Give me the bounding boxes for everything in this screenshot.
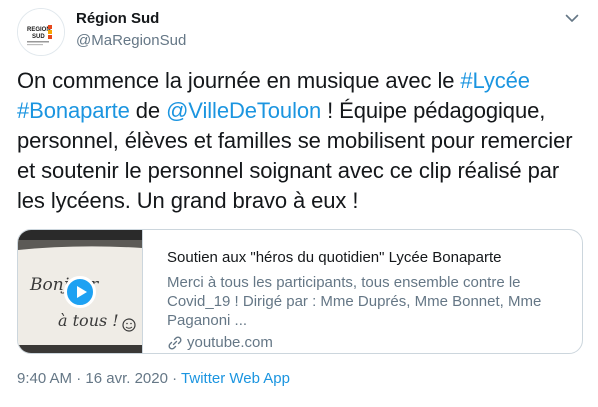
tweet-time[interactable]: 9:40 AM xyxy=(17,370,72,387)
handle[interactable]: @MaRegionSud xyxy=(76,32,186,49)
svg-text:REGION: REGION xyxy=(27,27,51,33)
mention-villedetoulon[interactable]: @VilleDeToulon xyxy=(166,98,321,123)
more-options-button[interactable] xyxy=(562,8,582,28)
chevron-down-icon xyxy=(565,14,579,22)
display-name[interactable]: Région Sud xyxy=(76,10,159,27)
meta-separator: · xyxy=(72,370,86,387)
tweet-text-segment: On commence la journée en musique avec l… xyxy=(17,68,461,93)
tweet-text-segment: de xyxy=(129,98,167,123)
hashtag-lycee[interactable]: #Lycée xyxy=(460,68,530,93)
region-sud-logo: REGION SUD xyxy=(18,9,64,55)
avatar[interactable]: REGION SUD xyxy=(17,8,65,56)
meta-separator: · xyxy=(167,370,182,387)
thumbnail-text-2: à tous ! xyxy=(58,311,119,330)
card-domain-text: youtube.com xyxy=(187,334,273,351)
link-icon xyxy=(168,335,182,350)
svg-text:SUD: SUD xyxy=(32,34,45,40)
tweet-source-link[interactable]: Twitter Web App xyxy=(181,370,290,387)
card-title: Soutien aux "héros du quotidien" Lycée B… xyxy=(167,249,502,266)
hashtag-bonaparte[interactable]: #Bonaparte xyxy=(17,98,130,123)
tweet-meta: 9:40 AM · 16 avr. 2020 · Twitter Web App xyxy=(17,370,290,387)
tweet-text: On commence la journée en musique avec l… xyxy=(17,66,587,216)
card-description: Merci à tous les participants, tous ense… xyxy=(167,274,542,329)
link-card[interactable]: Bonjour à tous ! Soutien aux "héros du q… xyxy=(17,229,583,354)
tweet-date[interactable]: 16 avr. 2020 xyxy=(85,370,168,387)
play-icon[interactable] xyxy=(64,276,96,308)
tweet: REGION SUD Région Sud @MaRegionSud On co… xyxy=(0,0,598,407)
card-domain: youtube.com xyxy=(167,334,570,351)
card-thumbnail[interactable]: Bonjour à tous ! xyxy=(18,230,143,353)
card-body[interactable]: Soutien aux "héros du quotidien" Lycée B… xyxy=(143,230,582,353)
